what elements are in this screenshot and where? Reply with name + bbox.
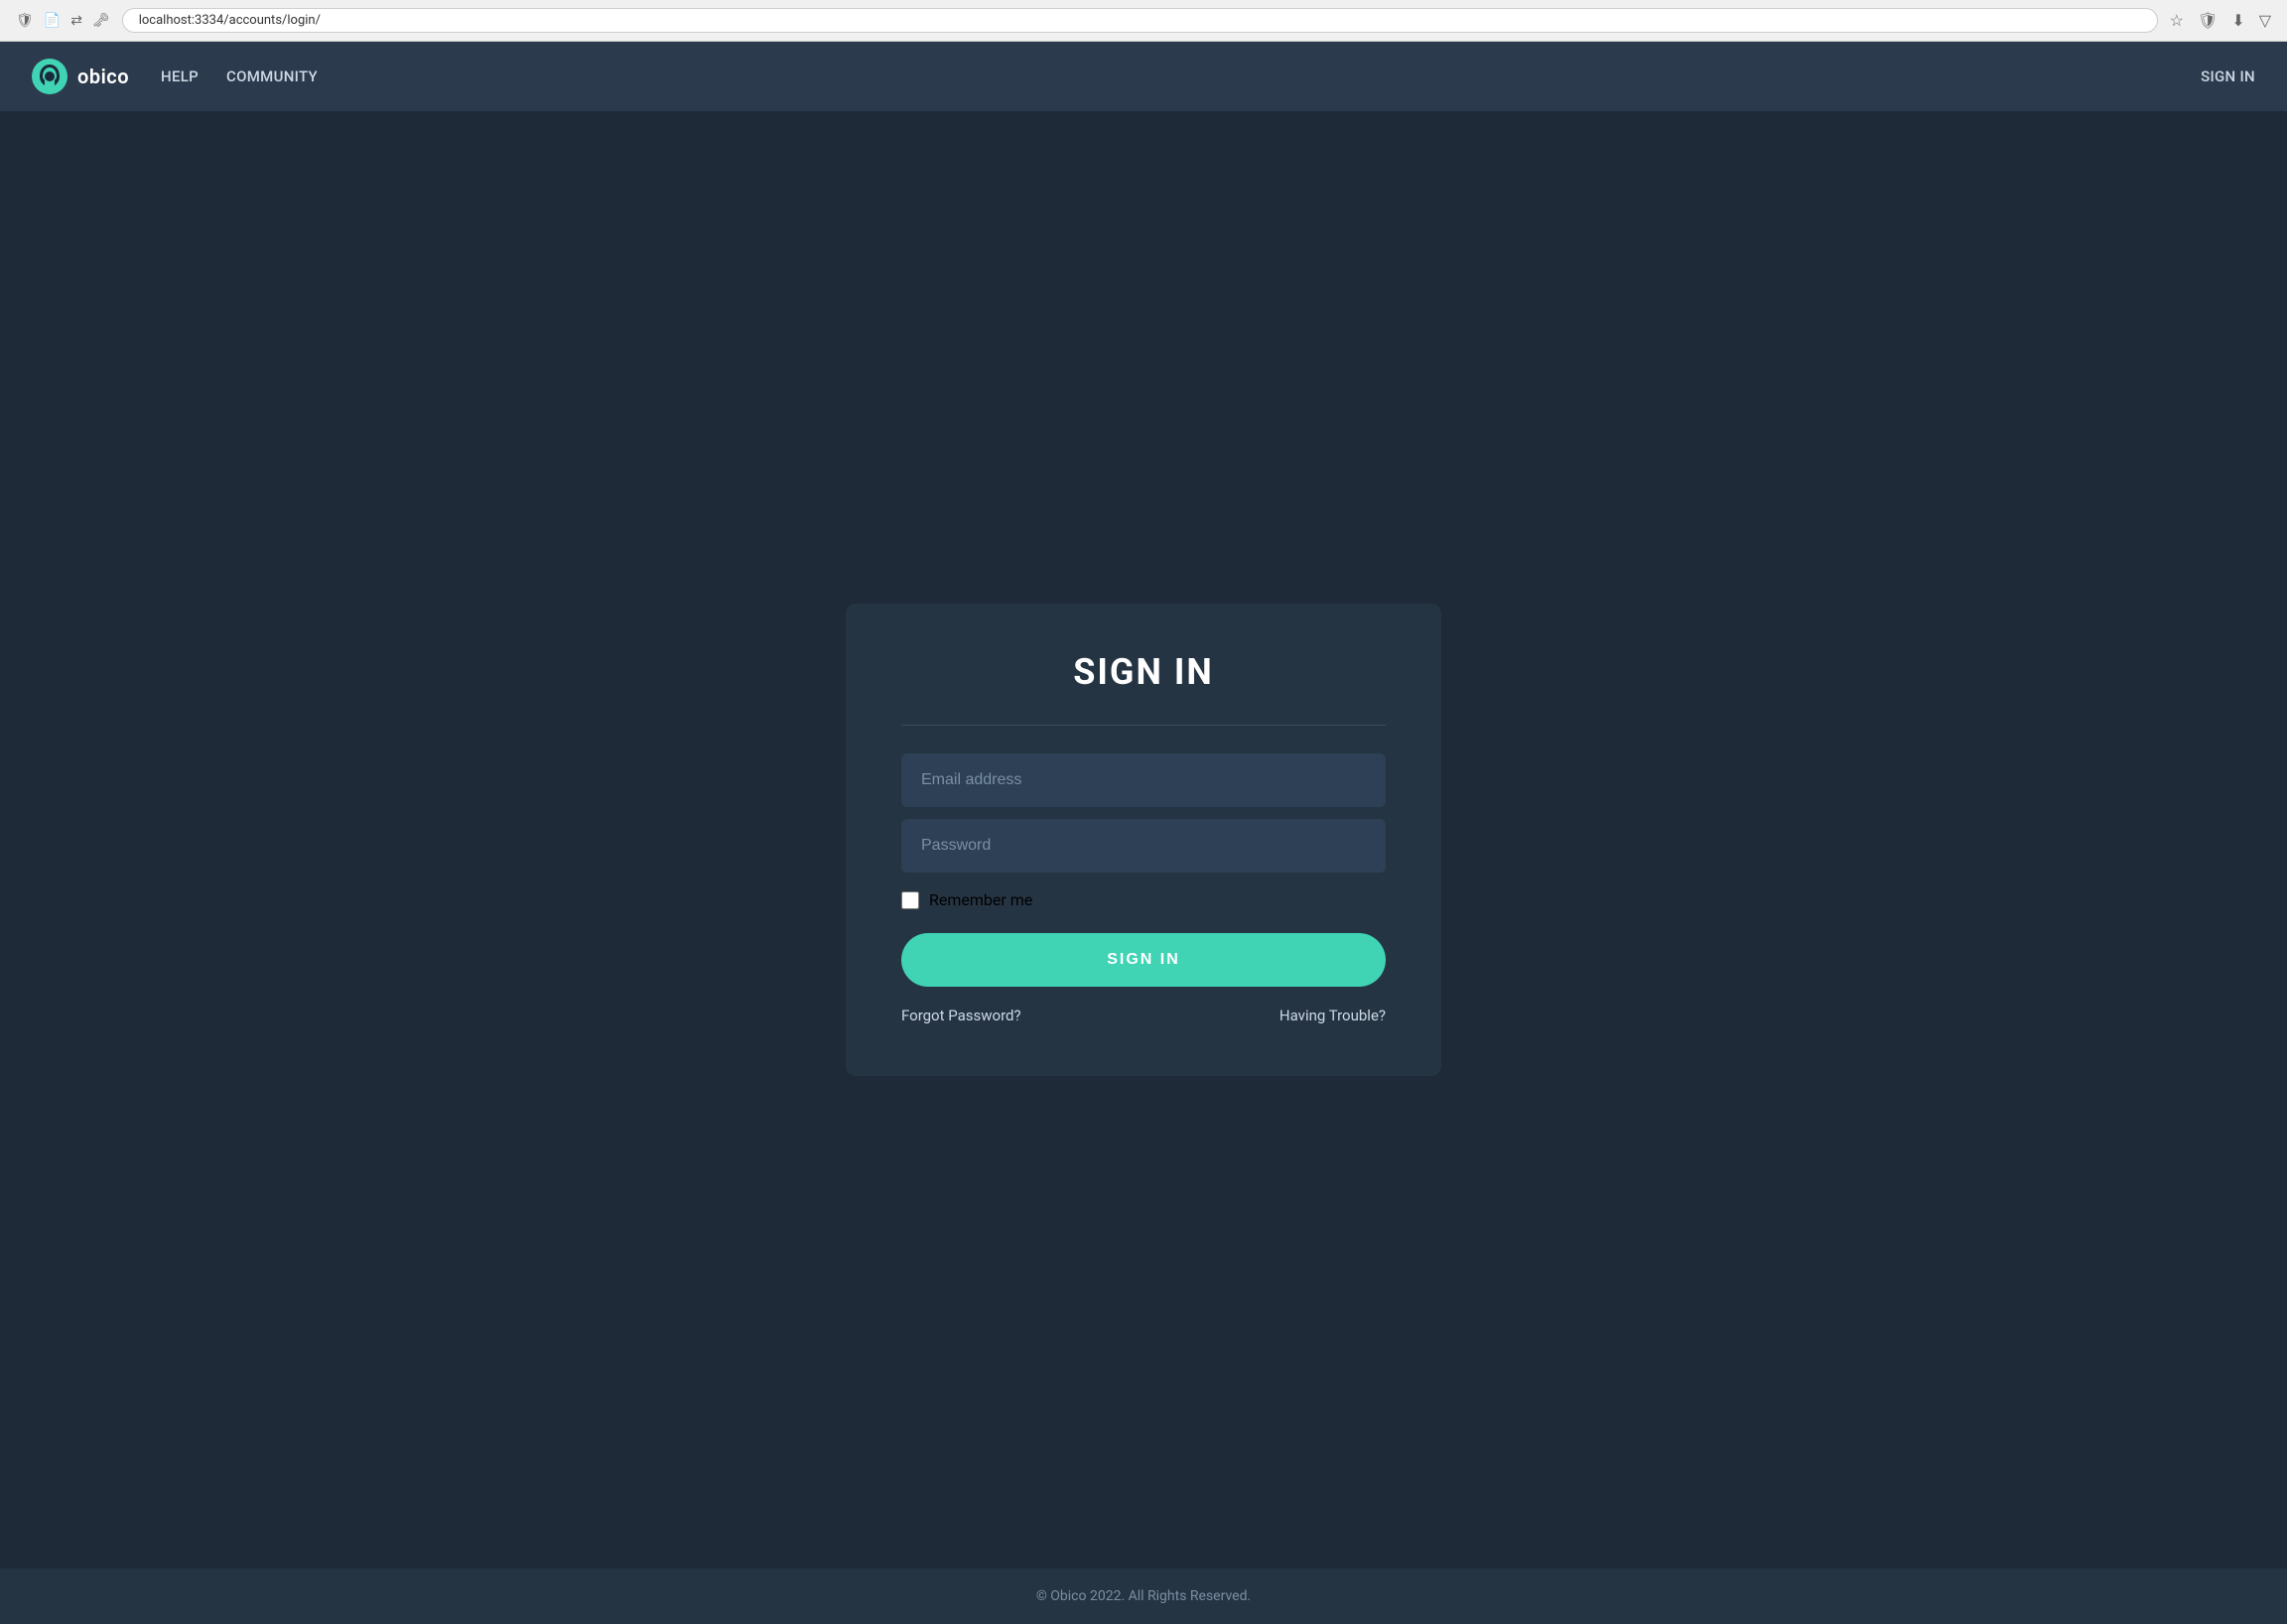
browser-chrome: 🛡 📄 ⇄ 🗝 localhost:3334/accounts/login/ ☆… [0, 0, 2287, 42]
url-text: localhost:3334/accounts/login/ [139, 13, 321, 28]
main-content: SIGN IN Remember me SIGN IN Forgot Passw… [0, 111, 2287, 1568]
key-icon: 🗝 [92, 13, 110, 29]
nav-links: HELP COMMUNITY [161, 68, 318, 85]
email-input[interactable] [901, 753, 1386, 807]
tab-icon: 📄 [44, 13, 61, 29]
shield-icon: 🛡 [16, 13, 34, 29]
obico-logo-icon [32, 59, 67, 94]
signin-button[interactable]: SIGN IN [901, 933, 1386, 987]
card-divider [901, 725, 1386, 726]
signin-title: SIGN IN [901, 651, 1386, 693]
signin-card: SIGN IN Remember me SIGN IN Forgot Passw… [846, 604, 1441, 1076]
form-links-row: Forgot Password? Having Trouble? [901, 1007, 1386, 1024]
logo-area[interactable]: obico [32, 59, 129, 94]
bookmark-icon[interactable]: ☆ [2170, 11, 2184, 30]
logo-text: obico [77, 65, 129, 88]
navbar: obico HELP COMMUNITY SIGN IN [0, 42, 2287, 111]
footer-copyright: © Obico 2022. All Rights Reserved. [20, 1588, 2267, 1604]
remember-me-text: Remember me [929, 890, 1032, 909]
forgot-password-link[interactable]: Forgot Password? [901, 1007, 1021, 1024]
password-input[interactable] [901, 819, 1386, 873]
navbar-left: obico HELP COMMUNITY [32, 59, 318, 94]
remember-me-checkbox[interactable] [901, 891, 919, 909]
pocket-icon[interactable]: 🛡 [2198, 11, 2218, 30]
email-form-group [901, 753, 1386, 807]
menu-icon[interactable]: ▽ [2259, 11, 2271, 30]
remember-me-label[interactable]: Remember me [901, 890, 1386, 909]
address-bar[interactable]: localhost:3334/accounts/login/ [122, 8, 2158, 33]
browser-security-icons: 🛡 📄 ⇄ 🗝 [16, 13, 110, 29]
download-icon[interactable]: ⬇ [2231, 11, 2244, 30]
having-trouble-link[interactable]: Having Trouble? [1279, 1007, 1386, 1024]
footer: © Obico 2022. All Rights Reserved. [0, 1568, 2287, 1624]
connections-icon: ⇄ [70, 13, 82, 29]
browser-right-icons: ☆ 🛡 ⬇ ▽ [2170, 11, 2271, 30]
help-link[interactable]: HELP [161, 68, 199, 85]
community-link[interactable]: COMMUNITY [226, 68, 318, 85]
navbar-signin-link[interactable]: SIGN IN [2201, 68, 2255, 85]
password-form-group [901, 819, 1386, 873]
